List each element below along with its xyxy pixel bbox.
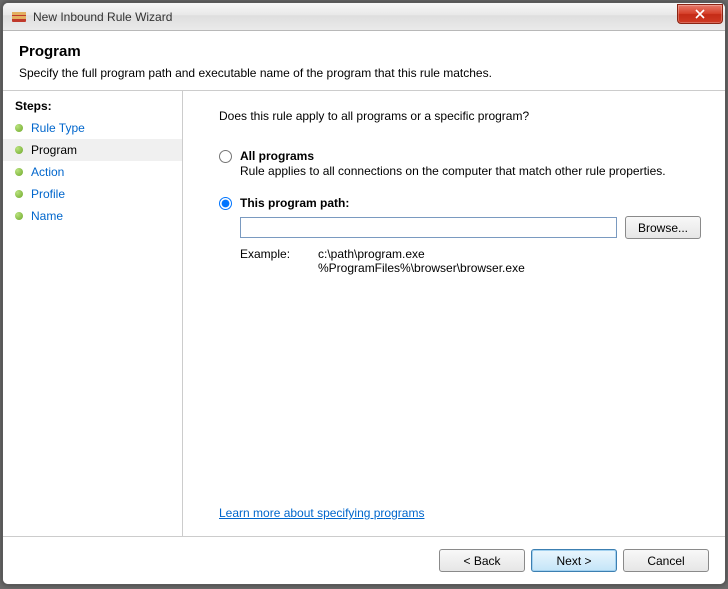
next-button[interactable]: Next > (531, 549, 617, 572)
option-path-row[interactable]: This program path: (219, 196, 701, 210)
option-all-programs: All programs Rule applies to all connect… (219, 149, 701, 178)
wizard-window: New Inbound Rule Wizard Program Specify … (2, 2, 726, 585)
example-line-1: c:\path\program.exe (318, 247, 525, 261)
close-icon (695, 9, 705, 19)
path-row: Browse... (240, 216, 701, 239)
program-path-input[interactable] (240, 217, 617, 238)
question-text: Does this rule apply to all programs or … (219, 109, 701, 123)
window-title: New Inbound Rule Wizard (33, 10, 677, 24)
page-header: Program Specify the full program path an… (3, 31, 725, 91)
learn-more-link[interactable]: Learn more about specifying programs (219, 506, 424, 520)
titlebar[interactable]: New Inbound Rule Wizard (3, 3, 725, 31)
step-name[interactable]: Name (3, 205, 182, 227)
bullet-icon (15, 190, 23, 198)
option-all-title: All programs (240, 149, 314, 163)
step-label: Program (31, 143, 77, 157)
firewall-icon (11, 9, 27, 25)
step-profile[interactable]: Profile (3, 183, 182, 205)
close-button[interactable] (677, 4, 723, 24)
example-label: Example: (240, 247, 318, 275)
footer: < Back Next > Cancel (3, 536, 725, 584)
option-this-program-path: This program path: Browse... Example: c:… (219, 196, 701, 275)
step-label: Action (31, 165, 64, 179)
page-title: Program (19, 43, 709, 60)
example-block: Example: c:\path\program.exe %ProgramFil… (240, 247, 701, 275)
bullet-icon (15, 212, 23, 220)
page-subtitle: Specify the full program path and execut… (19, 66, 709, 80)
step-rule-type[interactable]: Rule Type (3, 117, 182, 139)
bullet-icon (15, 168, 23, 176)
body: Steps: Rule Type Program Action Profile … (3, 91, 725, 536)
bullet-icon (15, 124, 23, 132)
cancel-button[interactable]: Cancel (623, 549, 709, 572)
step-action[interactable]: Action (3, 161, 182, 183)
radio-all-programs[interactable] (219, 150, 232, 163)
bullet-icon (15, 146, 23, 154)
option-path-title: This program path: (240, 196, 349, 210)
step-label: Profile (31, 187, 65, 201)
step-program[interactable]: Program (3, 139, 182, 161)
back-button[interactable]: < Back (439, 549, 525, 572)
browse-button[interactable]: Browse... (625, 216, 701, 239)
radio-this-program-path[interactable] (219, 197, 232, 210)
option-all-desc: Rule applies to all connections on the c… (240, 164, 701, 178)
step-label: Name (31, 209, 63, 223)
steps-sidebar: Steps: Rule Type Program Action Profile … (3, 91, 183, 536)
example-line-2: %ProgramFiles%\browser\browser.exe (318, 261, 525, 275)
option-all-row[interactable]: All programs (219, 149, 701, 163)
step-label: Rule Type (31, 121, 85, 135)
steps-heading: Steps: (3, 99, 182, 117)
main-panel: Does this rule apply to all programs or … (183, 91, 725, 536)
